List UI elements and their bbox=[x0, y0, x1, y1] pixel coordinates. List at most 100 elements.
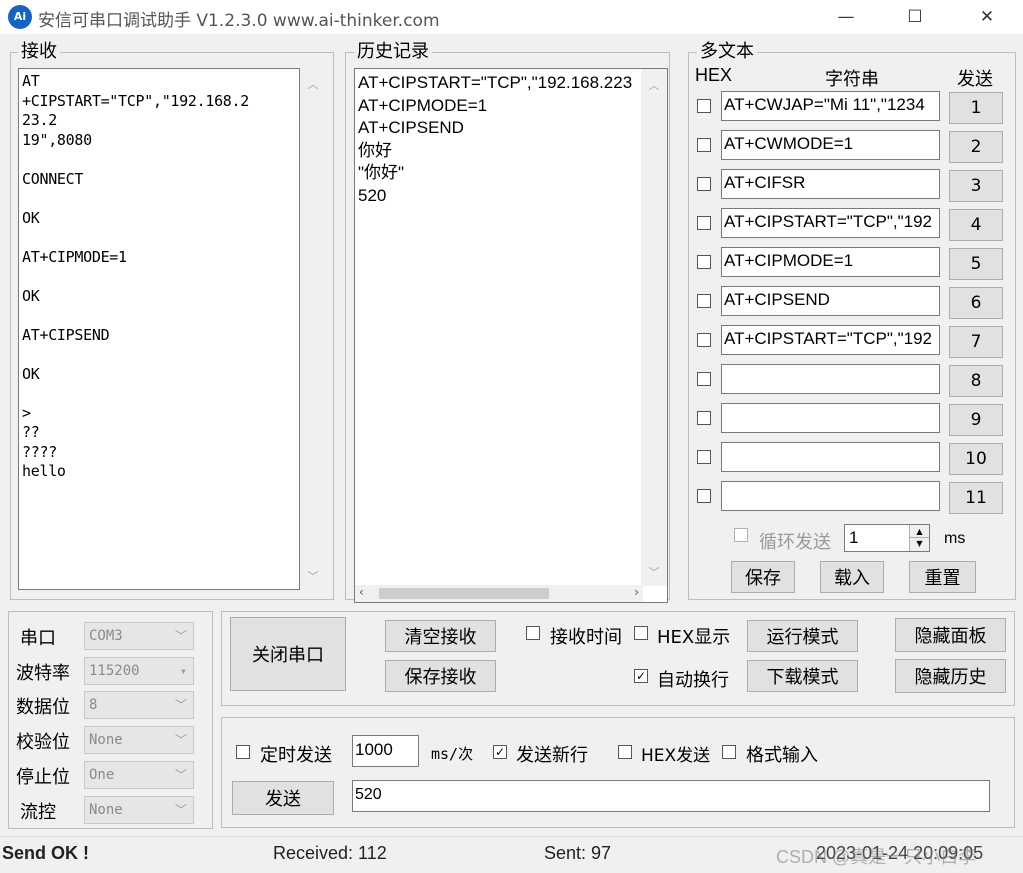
interval-unit-label: ms/次 bbox=[431, 745, 474, 763]
hex-send-checkbox[interactable] bbox=[618, 745, 632, 759]
multi-send-button[interactable]: 3 bbox=[949, 170, 1003, 202]
send-status: Send OK ! bbox=[2, 843, 90, 863]
scroll-left-icon[interactable]: ‹ bbox=[359, 585, 364, 599]
reset-multi-button[interactable]: 重置 bbox=[909, 561, 976, 593]
multi-send-button[interactable]: 2 bbox=[949, 131, 1003, 163]
multi-string-input[interactable]: AT+CIFSR bbox=[721, 169, 940, 199]
receive-vscrollbar[interactable]: ︿ ﹀ bbox=[300, 68, 326, 590]
send-text-input[interactable]: 520 bbox=[352, 780, 990, 812]
receive-textarea[interactable]: AT +CIPSTART="TCP","192.168.2 23.2 19",8… bbox=[18, 68, 300, 590]
clear-receive-button[interactable]: 清空接收 bbox=[385, 620, 496, 652]
recv-time-label: 接收时间 bbox=[550, 627, 622, 648]
multi-send-button[interactable]: 5 bbox=[949, 248, 1003, 280]
csdn-watermark: CSDN @真是一只小白李 bbox=[776, 847, 977, 867]
timed-send-checkbox[interactable] bbox=[236, 745, 250, 759]
multi-hex-checkbox[interactable] bbox=[697, 294, 711, 308]
multi-string-input[interactable]: AT+CIPMODE=1 bbox=[721, 247, 940, 277]
multi-hex-checkbox[interactable] bbox=[697, 255, 711, 269]
history-group-label: 历史记录 bbox=[354, 42, 432, 62]
hex-send-label: HEX发送 bbox=[641, 746, 711, 766]
save-multi-button[interactable]: 保存 bbox=[731, 561, 795, 593]
interval-input[interactable]: 1000 bbox=[352, 735, 419, 767]
hide-history-button[interactable]: 隐藏历史 bbox=[895, 659, 1006, 693]
minimize-button[interactable]: — bbox=[823, 0, 869, 34]
scroll-up-icon[interactable]: ︿ bbox=[641, 77, 667, 93]
close-button[interactable]: ✕ bbox=[964, 0, 1010, 34]
multi-string-input[interactable]: AT+CIPSTART="TCP","192 bbox=[721, 208, 940, 238]
chevron-down-icon[interactable]: ﹀ bbox=[175, 727, 187, 753]
multi-send-button[interactable]: 8 bbox=[949, 365, 1003, 397]
chevron-down-icon[interactable]: ▾ bbox=[180, 658, 187, 684]
multi-hex-checkbox[interactable] bbox=[697, 99, 711, 113]
multi-hex-checkbox[interactable] bbox=[697, 333, 711, 347]
multi-hex-checkbox[interactable] bbox=[697, 138, 711, 152]
multi-string-input[interactable] bbox=[721, 481, 940, 511]
port-value: COM3 bbox=[89, 628, 123, 644]
baud-rate-select[interactable]: 115200 ▾ bbox=[84, 656, 194, 685]
multi-send-button[interactable]: 4 bbox=[949, 209, 1003, 241]
multi-send-button[interactable]: 1 bbox=[949, 92, 1003, 124]
maximize-button[interactable]: ☐ bbox=[892, 0, 938, 34]
multi-hex-checkbox[interactable] bbox=[697, 489, 711, 503]
multi-send-button[interactable]: 11 bbox=[949, 482, 1003, 514]
run-mode-button[interactable]: 运行模式 bbox=[747, 620, 858, 652]
data-bits-label: 数据位 bbox=[16, 697, 70, 719]
chevron-down-icon[interactable]: ﹀ bbox=[175, 762, 187, 788]
multi-send-button[interactable]: 9 bbox=[949, 404, 1003, 436]
loop-interval-value: 1 bbox=[849, 528, 859, 547]
send-newline-checkbox[interactable]: ✓ bbox=[493, 745, 507, 759]
multi-string-input[interactable]: AT+CIPSEND bbox=[721, 286, 940, 316]
auto-newline-label: 自动换行 bbox=[657, 670, 729, 691]
scroll-up-icon[interactable]: ︿ bbox=[300, 76, 326, 92]
scroll-down-icon[interactable]: ﹀ bbox=[641, 564, 667, 580]
close-port-button[interactable]: 关闭串口 bbox=[230, 617, 346, 691]
multi-send-button[interactable]: 6 bbox=[949, 287, 1003, 319]
recv-time-checkbox[interactable] bbox=[526, 626, 540, 640]
stop-bits-select[interactable]: One ﹀ bbox=[84, 760, 194, 789]
send-button[interactable]: 发送 bbox=[232, 781, 334, 815]
chevron-down-icon[interactable]: ﹀ bbox=[175, 692, 187, 718]
scroll-down-icon[interactable]: ﹀ bbox=[300, 568, 326, 584]
loop-send-checkbox[interactable] bbox=[734, 528, 748, 542]
loop-interval-spinbox[interactable]: 1 ▲ ▼ bbox=[844, 524, 930, 552]
receive-group-label: 接收 bbox=[18, 42, 60, 62]
stop-bits-label: 停止位 bbox=[16, 766, 70, 788]
scroll-right-icon[interactable]: › bbox=[634, 585, 639, 599]
history-hscrollbar[interactable]: ‹ › bbox=[355, 585, 643, 602]
multi-hex-checkbox[interactable] bbox=[697, 372, 711, 386]
spin-down-icon[interactable]: ▼ bbox=[910, 538, 929, 550]
multi-hex-checkbox[interactable] bbox=[697, 450, 711, 464]
chevron-down-icon[interactable]: ﹀ bbox=[175, 623, 187, 649]
auto-newline-checkbox[interactable]: ✓ bbox=[634, 669, 648, 683]
parity-select[interactable]: None ﹀ bbox=[84, 726, 194, 755]
port-select[interactable]: COM3 ﹀ bbox=[84, 622, 194, 650]
history-list[interactable]: AT+CIPSTART="TCP","192.168.223 AT+CIPMOD… bbox=[354, 68, 668, 603]
multi-string-input[interactable] bbox=[721, 364, 940, 394]
multi-string-input[interactable] bbox=[721, 403, 940, 433]
multi-send-button[interactable]: 10 bbox=[949, 443, 1003, 475]
multi-string-input[interactable]: AT+CWJAP="Mi 11","1234 bbox=[721, 91, 940, 121]
loop-unit-label: ms bbox=[944, 530, 966, 547]
format-input-checkbox[interactable] bbox=[722, 745, 736, 759]
multi-string-input[interactable]: AT+CIPSTART="TCP","192 bbox=[721, 325, 940, 355]
load-multi-button[interactable]: 载入 bbox=[820, 561, 884, 593]
multi-string-input[interactable]: AT+CWMODE=1 bbox=[721, 130, 940, 160]
hide-panel-button[interactable]: 隐藏面板 bbox=[895, 618, 1006, 652]
multi-send-button[interactable]: 7 bbox=[949, 326, 1003, 358]
spin-up-icon[interactable]: ▲ bbox=[910, 525, 929, 538]
multi-string-input[interactable] bbox=[721, 442, 940, 472]
flow-control-select[interactable]: None ﹀ bbox=[84, 795, 194, 824]
baud-rate-value: 115200 bbox=[89, 662, 140, 679]
chevron-down-icon[interactable]: ﹀ bbox=[175, 797, 187, 823]
data-bits-select[interactable]: 8 ﹀ bbox=[84, 691, 194, 720]
hex-display-checkbox[interactable] bbox=[634, 626, 648, 640]
multi-hex-checkbox[interactable] bbox=[697, 216, 711, 230]
history-text[interactable]: AT+CIPSTART="TCP","192.168.223 AT+CIPMOD… bbox=[355, 69, 643, 207]
spin-buttons[interactable]: ▲ ▼ bbox=[909, 525, 929, 551]
multi-hex-checkbox[interactable] bbox=[697, 411, 711, 425]
multi-hex-checkbox[interactable] bbox=[697, 177, 711, 191]
history-vscrollbar[interactable]: ︿ ﹀ bbox=[641, 69, 667, 586]
hscroll-thumb[interactable] bbox=[379, 588, 549, 599]
save-receive-button[interactable]: 保存接收 bbox=[385, 660, 496, 692]
download-mode-button[interactable]: 下载模式 bbox=[747, 660, 858, 692]
